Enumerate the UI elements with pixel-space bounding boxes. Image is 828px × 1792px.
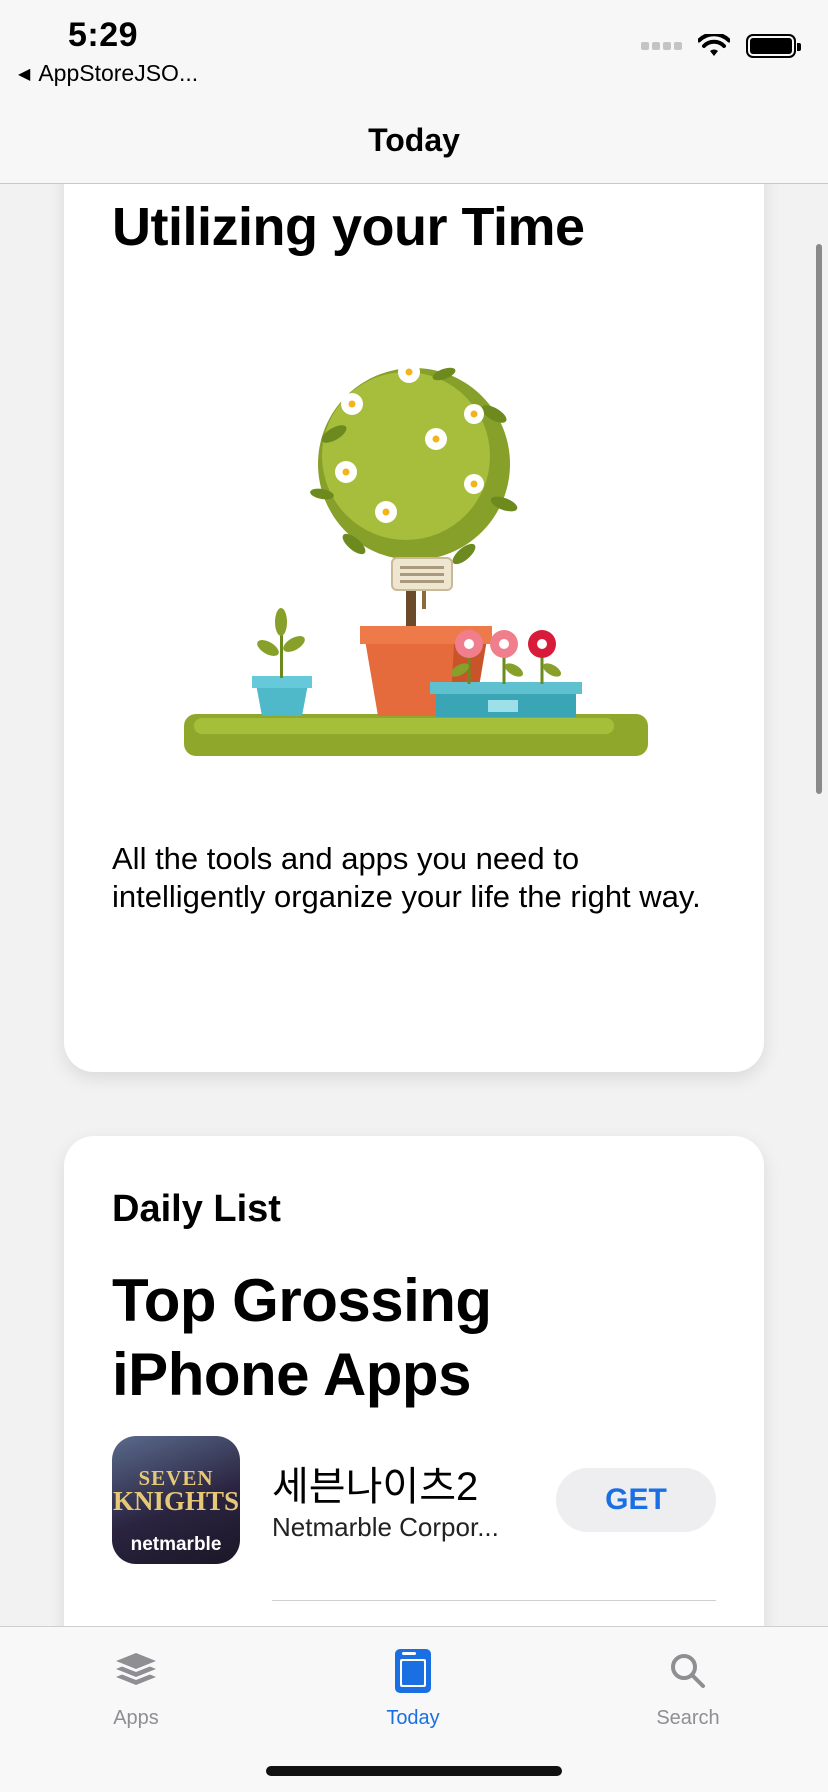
tab-bar: Apps Today Search [0, 1626, 828, 1792]
search-icon [608, 1643, 768, 1699]
app-name: 세븐나이츠2 [272, 1465, 479, 1509]
app-store-today-screen: 5:29 ◀ AppStoreJSO... Today Utilizing yo… [0, 0, 828, 1792]
app-icon-text-knights: KNIGHTS [112, 1486, 240, 1516]
plant-shelf-illustration [184, 361, 648, 756]
navigation-header: 5:29 ◀ AppStoreJSO... Today [0, 0, 828, 184]
tab-label: Today [386, 1707, 440, 1729]
status-time: 5:29 [68, 16, 139, 54]
status-indicators [641, 34, 801, 58]
page-title: Today [368, 122, 460, 158]
card-title: Top Grossing iPhone Apps [112, 1267, 492, 1408]
cellular-signal-icon [641, 42, 682, 50]
card-eyebrow: Daily List [112, 1188, 281, 1230]
app-icon-text-publisher: netmarble [130, 1534, 222, 1555]
apps-stack-icon [56, 1643, 216, 1699]
tab-search[interactable]: Search [608, 1643, 768, 1730]
wifi-icon [698, 34, 730, 56]
card-title: Utilizing your Time [112, 197, 585, 257]
today-icon [333, 1643, 493, 1699]
tab-apps[interactable]: Apps [56, 1643, 216, 1730]
tab-today[interactable]: Today [333, 1643, 493, 1730]
app-developer: Netmarble Corpor... [272, 1512, 499, 1542]
tab-label: Search [656, 1707, 720, 1729]
back-to-app-link[interactable]: ◀ AppStoreJSO... [18, 60, 198, 87]
vertical-scrollbar[interactable] [816, 244, 822, 794]
card-description: All the tools and apps you need to intel… [112, 841, 701, 914]
seven-knights-app-icon[interactable]: SEVEN KNIGHTS netmarble [112, 1436, 240, 1564]
home-indicator[interactable] [266, 1766, 562, 1776]
back-app-label: AppStoreJSO... [38, 60, 199, 86]
back-triangle-icon: ◀ [18, 65, 31, 83]
row-divider [272, 1600, 716, 1601]
story-card-utilizing-time[interactable]: Utilizing your Time All the tools and ap… [64, 184, 764, 1072]
daily-list-card[interactable]: Daily List Top Grossing iPhone Apps SEVE… [64, 1136, 764, 1626]
get-button[interactable]: GET [556, 1468, 716, 1532]
tab-label: Apps [113, 1707, 159, 1729]
battery-icon [746, 34, 801, 58]
app-list-item[interactable]: SEVEN KNIGHTS netmarble 세븐나이츠2 Netmarble… [112, 1436, 716, 1566]
today-feed[interactable]: Utilizing your Time All the tools and ap… [0, 184, 828, 1626]
